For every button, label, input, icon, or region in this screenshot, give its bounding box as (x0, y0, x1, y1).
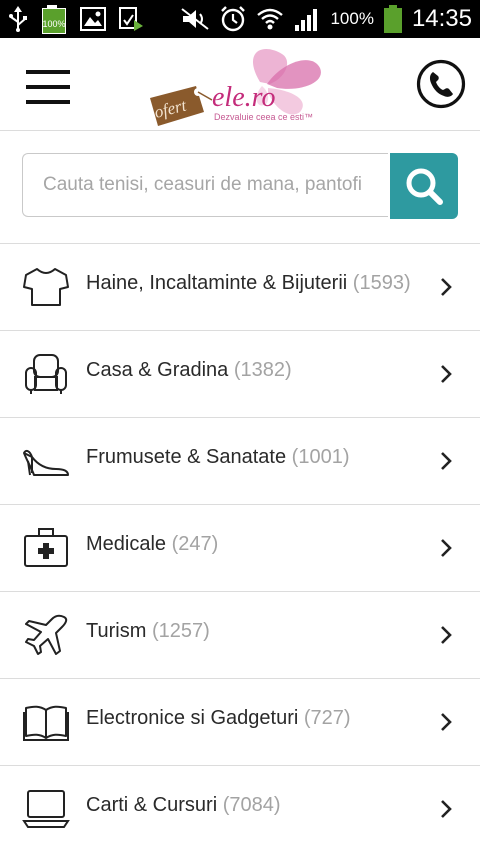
menu-button[interactable] (26, 70, 72, 104)
category-row[interactable]: Carti & Cursuri (7084) (0, 765, 480, 852)
battery-small-label: 100% (42, 19, 66, 29)
category-label: Carti & Cursuri (86, 794, 218, 816)
search-icon (406, 168, 443, 205)
category-row[interactable]: Casa & Gradina (1382) (0, 330, 480, 417)
high-heel-icon (23, 449, 69, 476)
menu-icon (26, 70, 72, 104)
search-button[interactable] (390, 153, 458, 219)
category-row[interactable]: Electronice si Gadgeturi (727) (0, 678, 480, 765)
category-list: Haine, Incaltaminte & Bijuterii (1593) C… (0, 243, 480, 852)
chevron-right-icon (441, 278, 452, 296)
category-row[interactable]: Medicale (247) (0, 504, 480, 591)
chevron-right-icon (441, 713, 452, 731)
signal-icon (295, 9, 318, 31)
category-label: Turism (86, 620, 147, 642)
category-row[interactable]: Frumusete & Sanatate (1001) (0, 417, 480, 504)
logo-tagline: Dezvaluie ceea ce esti™ (214, 112, 313, 122)
alarm-icon (221, 6, 246, 32)
status-bar: 100% 100% 14:35 (0, 0, 480, 38)
book-icon (23, 705, 69, 741)
category-count: (7084) (222, 794, 281, 816)
category-label: Electronice si Gadgeturi (86, 707, 299, 729)
chevron-right-icon (441, 539, 452, 557)
category-row[interactable]: Turism (1257) (0, 591, 480, 678)
site-logo[interactable]: ofert ele.ro Dezvaluie ceea ce esti™ (142, 42, 332, 128)
chevron-right-icon (441, 800, 452, 818)
screenshot-icon (119, 7, 143, 31)
chevron-right-icon (441, 452, 452, 470)
battery-percent: 100% (330, 9, 374, 28)
phone-button[interactable] (416, 59, 466, 109)
clock: 14:35 (411, 5, 472, 32)
image-icon (80, 7, 106, 31)
category-count: (1593) (352, 272, 411, 294)
battery-icon (383, 5, 402, 33)
tshirt-icon (23, 268, 69, 306)
airplane-icon (25, 614, 68, 655)
category-row[interactable]: Haine, Incaltaminte & Bijuterii (1593) (0, 243, 480, 330)
category-label: Casa & Gradina (86, 359, 229, 381)
category-count: (247) (171, 533, 219, 555)
category-label: Medicale (86, 533, 167, 555)
category-count: (1382) (233, 359, 292, 381)
armchair-icon (25, 354, 67, 394)
phone-icon (416, 59, 466, 109)
category-count: (1001) (291, 446, 350, 468)
category-label: Frumusete & Sanatate (86, 446, 287, 468)
wifi-icon (257, 8, 284, 30)
category-count: (1257) (151, 620, 210, 642)
usb-icon (9, 6, 27, 32)
medical-kit-icon (24, 528, 68, 567)
butterfly-icon: ofert ele.ro Dezvaluie ceea ce esti™ (150, 49, 321, 126)
laptop-icon (22, 790, 70, 828)
chevron-right-icon (441, 365, 452, 383)
search-input[interactable] (22, 153, 388, 217)
logo-name: ele.ro (212, 82, 276, 113)
chevron-right-icon (441, 626, 452, 644)
search-bar (22, 153, 458, 221)
mute-icon (181, 8, 210, 30)
category-count: (727) (303, 707, 351, 729)
battery-charging-icon: 100% (40, 5, 68, 34)
app-header: ofert ele.ro Dezvaluie ceea ce esti™ (0, 38, 480, 131)
category-label: Haine, Incaltaminte & Bijuterii (86, 272, 348, 294)
